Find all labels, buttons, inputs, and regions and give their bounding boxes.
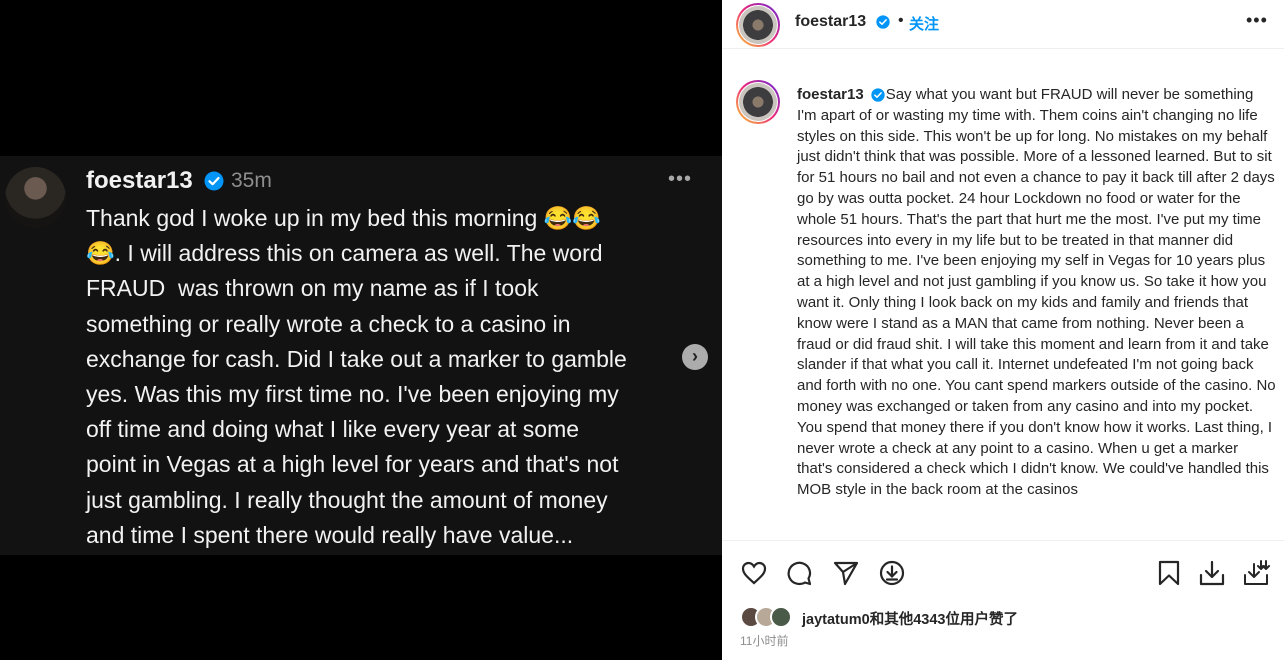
post-header: foestar13 • 关注 ••• xyxy=(722,0,1284,49)
avatar[interactable] xyxy=(5,167,66,228)
left-screenshot-panel: foestar13 35m ••• Thank god I woke up in… xyxy=(0,0,722,660)
action-bar xyxy=(722,540,1284,611)
likes-summary[interactable]: jaytatum0和其他4343位用户赞了 xyxy=(802,608,1018,629)
post-timestamp: 11小时前 xyxy=(740,634,789,648)
avatar[interactable] xyxy=(736,3,780,47)
post-time: 35m xyxy=(231,169,272,192)
bookmark-icon[interactable] xyxy=(1155,559,1183,587)
caption-username[interactable]: foestar13 xyxy=(797,86,864,103)
more-options-icon[interactable]: ••• xyxy=(668,168,692,191)
post-body: Thank god I woke up in my bed this morni… xyxy=(86,205,627,548)
header-username[interactable]: foestar13 xyxy=(795,13,866,31)
verified-badge-icon xyxy=(876,15,890,29)
share-icon[interactable] xyxy=(832,559,860,587)
caption-body: Say what you want but FRAUD will never b… xyxy=(797,86,1280,499)
liker-avatars[interactable] xyxy=(740,605,800,629)
separator-dot: • xyxy=(898,12,904,29)
verified-badge-icon xyxy=(204,171,224,191)
verified-badge-icon xyxy=(871,88,885,102)
follow-button[interactable]: 关注 xyxy=(909,13,939,34)
instagram-post-panel: foestar13 • 关注 ••• foestar13 Say what you… xyxy=(722,0,1284,660)
more-options-icon[interactable]: ••• xyxy=(1246,10,1268,31)
comment-icon[interactable] xyxy=(785,559,813,587)
download-circle-icon[interactable] xyxy=(878,559,906,587)
post-username[interactable]: foestar13 xyxy=(86,167,193,195)
next-slide-button[interactable]: › xyxy=(682,344,708,370)
caption-avatar[interactable] xyxy=(736,80,780,124)
caption-text: foestar13 Say what you want but FRAUD wil… xyxy=(797,85,1277,501)
save-to-device-icon[interactable] xyxy=(1242,559,1270,587)
download-icon[interactable] xyxy=(1198,559,1226,587)
heart-icon[interactable] xyxy=(740,559,768,587)
